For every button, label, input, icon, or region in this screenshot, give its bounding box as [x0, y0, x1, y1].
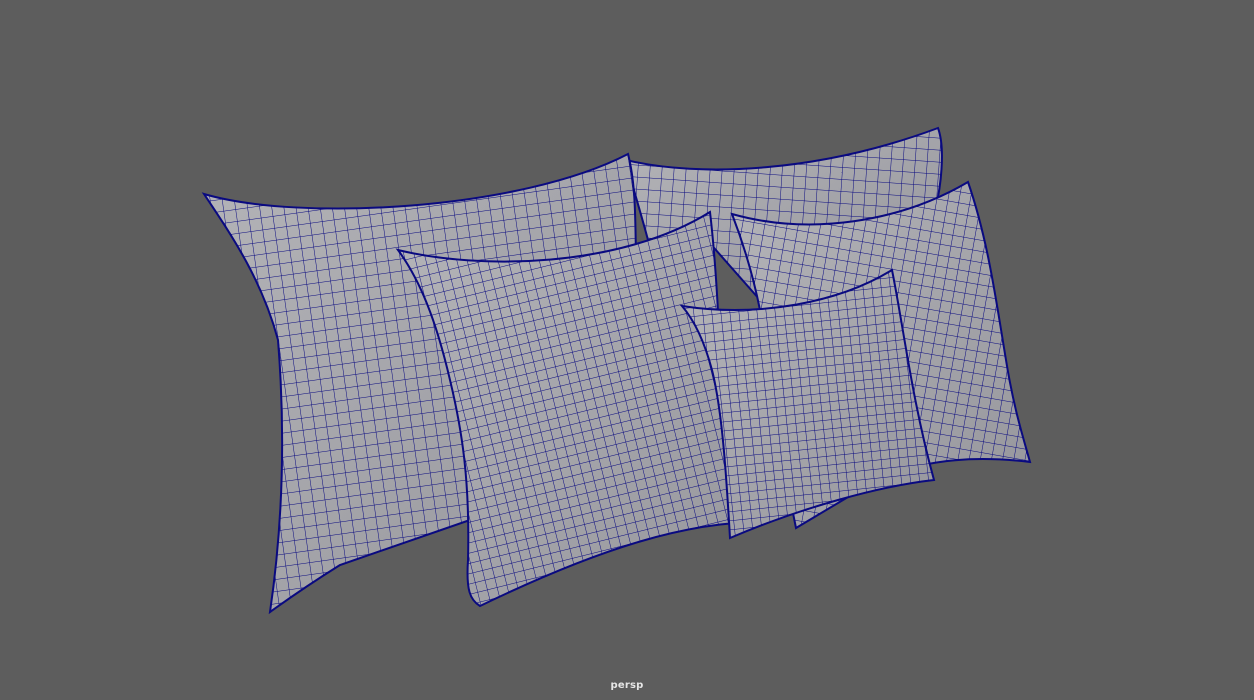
maya-perspective-viewport[interactable]: persp — [0, 0, 1254, 700]
camera-name-label: persp — [610, 680, 644, 691]
viewport-scene[interactable] — [0, 0, 1254, 700]
